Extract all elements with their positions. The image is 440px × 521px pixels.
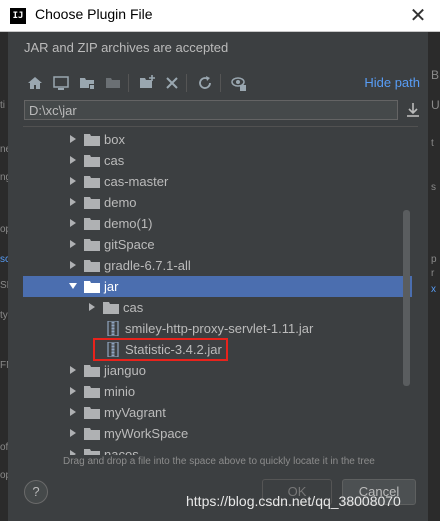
folder-icon [84, 365, 100, 377]
tree-item-label: myVagrant [104, 405, 166, 420]
tree-item-label: demo [104, 195, 137, 210]
tree-item-label: smiley-http-proxy-servlet-1.11.jar [125, 321, 314, 336]
toolbar-separator [220, 74, 221, 92]
folder-icon [84, 407, 100, 419]
bg-text: s [431, 182, 436, 193]
tree-item-label: box [104, 132, 125, 147]
tree-folder-row[interactable]: cas [23, 150, 412, 171]
chevron-right-icon[interactable] [68, 239, 78, 249]
folder-icon [84, 386, 100, 398]
chevron-right-icon[interactable] [68, 449, 78, 455]
home-icon[interactable] [26, 74, 44, 92]
tree-item-label: jar [104, 279, 119, 294]
folder-icon [84, 218, 100, 230]
tree-file-row[interactable]: smiley-http-proxy-servlet-1.11.jar [23, 318, 412, 339]
folder-icon [84, 428, 100, 440]
folder-icon [84, 176, 100, 188]
folder-icon [84, 134, 100, 146]
window-title: Choose Plugin File [35, 6, 153, 22]
tree-folder-row[interactable]: gradle-6.7.1-all [23, 255, 412, 276]
bg-text: p [431, 254, 437, 265]
refresh-icon[interactable] [196, 74, 214, 92]
tree-item-label: nacos [104, 447, 139, 455]
annotation-highlight-box [93, 338, 228, 361]
chevron-right-icon[interactable] [68, 197, 78, 207]
delete-icon[interactable] [163, 74, 181, 92]
tree-scrollbar[interactable] [403, 210, 410, 386]
chevron-right-icon[interactable] [68, 218, 78, 228]
hide-path-link[interactable]: Hide path [364, 75, 420, 90]
tree-item-label: gradle-6.7.1-all [104, 258, 191, 273]
close-button[interactable]: ✕ [408, 4, 428, 26]
bg-text: r [431, 268, 435, 279]
desktop-icon[interactable] [52, 74, 70, 92]
chevron-right-icon[interactable] [68, 386, 78, 396]
chevron-right-icon[interactable] [68, 407, 78, 417]
chevron-right-icon[interactable] [87, 302, 97, 312]
tree-folder-row[interactable]: myVagrant [23, 402, 412, 423]
folder-icon [103, 302, 119, 314]
folder-icon [84, 239, 100, 251]
background-window-right-edge: B U t s p r x [428, 32, 440, 521]
tree-item-label: cas [123, 300, 144, 315]
chevron-down-icon[interactable] [68, 281, 78, 291]
folder-icon [84, 281, 100, 293]
tree-item-label: cas [104, 153, 125, 168]
bg-text: ti [0, 100, 5, 111]
file-chooser-toolbar: Hide path [8, 70, 428, 96]
chevron-right-icon[interactable] [68, 176, 78, 186]
intellij-logo-icon: IJ [10, 8, 26, 24]
show-hidden-icon[interactable] [230, 74, 248, 92]
tree-folder-row[interactable]: cas [23, 297, 412, 318]
toolbar-separator [128, 74, 129, 92]
tree-folder-row[interactable]: cas-master [23, 171, 412, 192]
download-icon[interactable] [404, 100, 422, 120]
folder-icon [84, 260, 100, 272]
toolbar-separator [186, 74, 187, 92]
bg-text: ty [0, 310, 8, 321]
tree-folder-row[interactable]: minio [23, 381, 412, 402]
folder-icon [84, 197, 100, 209]
tree-folder-row[interactable]: demo [23, 192, 412, 213]
tree-folder-row[interactable]: jar [23, 276, 412, 297]
tree-folder-row[interactable]: jianguo [23, 360, 412, 381]
file-tree[interactable]: box cas cas-master demo demo(1) gitSpace gradl… [23, 126, 418, 455]
tree-folder-row[interactable]: demo(1) [23, 213, 412, 234]
chevron-right-icon[interactable] [68, 260, 78, 270]
chevron-right-icon[interactable] [68, 155, 78, 165]
tree-folder-row[interactable]: myWorkSpace [23, 423, 412, 444]
project-folder-icon[interactable] [78, 74, 96, 92]
bg-text: B [431, 68, 440, 82]
bg-text: t [431, 138, 434, 149]
title-bar: IJ Choose Plugin File ✕ [0, 0, 440, 32]
chevron-right-icon[interactable] [68, 365, 78, 375]
folder-icon [84, 155, 100, 167]
tree-item-label: minio [104, 384, 136, 399]
watermark: https://blog.csdn.net/qq_38008070 [186, 493, 401, 509]
chevron-right-icon[interactable] [68, 134, 78, 144]
new-folder-icon[interactable] [138, 74, 156, 92]
choose-plugin-dialog: JAR and ZIP archives are accepted Hide p… [8, 32, 428, 521]
tree-item-label: myWorkSpace [104, 426, 189, 441]
tree-item-label: jianguo [104, 363, 146, 378]
tree-folder-row[interactable]: box [23, 129, 412, 150]
path-input[interactable] [24, 100, 398, 120]
tree-folder-row[interactable]: nacos [23, 444, 412, 455]
module-folder-icon[interactable] [104, 74, 122, 92]
tree-folder-row[interactable]: gitSpace [23, 234, 412, 255]
jar-archive-icon [107, 321, 119, 336]
accepted-formats-label: JAR and ZIP archives are accepted [24, 40, 229, 55]
folder-icon [84, 449, 100, 455]
bg-text: x [431, 284, 436, 295]
drag-drop-hint: Drag and drop a file into the space abov… [63, 456, 375, 467]
tree-item-label: demo(1) [104, 216, 153, 231]
background-window-left-edge: ti ne ng sc op SF ty FM of op [0, 32, 14, 521]
tree-item-label: gitSpace [104, 237, 155, 252]
chevron-right-icon[interactable] [68, 428, 78, 438]
bg-text: U [431, 98, 440, 112]
tree-item-label: cas-master [104, 174, 169, 189]
help-button[interactable]: ? [24, 480, 48, 504]
